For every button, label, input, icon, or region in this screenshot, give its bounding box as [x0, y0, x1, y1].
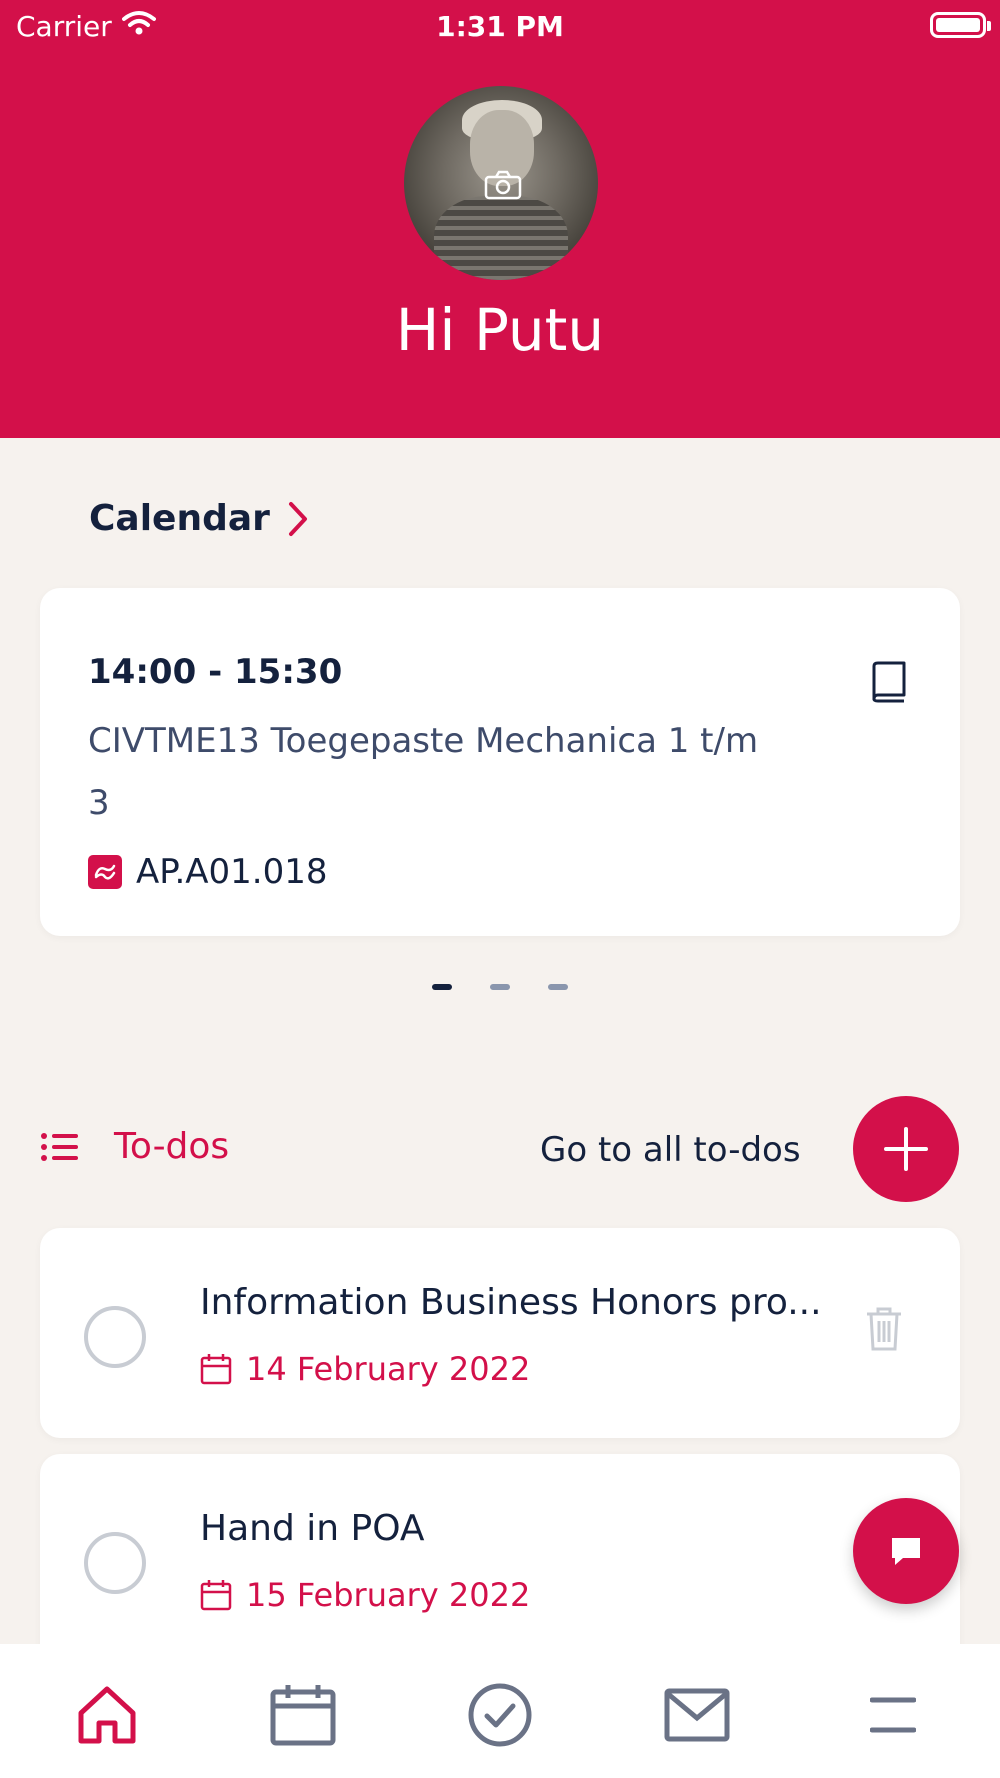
event-time: 14:00 - 15:30: [88, 652, 343, 692]
todo-checkbox[interactable]: [84, 1306, 146, 1368]
bottom-navigation: [0, 1644, 1000, 1778]
todos-header: To-dos: [40, 1126, 229, 1167]
trash-icon[interactable]: [864, 1306, 904, 1356]
todo-item[interactable]: Information Business Honors pro... 14 Fe…: [40, 1228, 960, 1438]
event-location: AP.A01.018: [88, 852, 328, 892]
location-icon: [88, 855, 122, 889]
calendar-icon: [200, 1580, 232, 1611]
go-to-all-todos-link[interactable]: Go to all to-dos: [540, 1130, 801, 1170]
todo-title: Hand in POA: [200, 1508, 425, 1549]
nav-todos[interactable]: [465, 1680, 535, 1750]
page-dot[interactable]: [432, 984, 452, 990]
nav-home[interactable]: [72, 1680, 142, 1750]
calendar-link[interactable]: Calendar: [89, 498, 308, 539]
check-icon: [468, 1683, 532, 1747]
avatar-shirt: [434, 196, 568, 280]
calendar-title: Calendar: [89, 498, 270, 539]
nav-menu[interactable]: [858, 1680, 928, 1750]
todo-date-label: 14 February 2022: [246, 1350, 531, 1388]
book-icon: [870, 660, 908, 708]
event-course: CIVTME13 Toegepaste Mechanica 1 t/m 3: [88, 721, 759, 823]
add-todo-button[interactable]: [853, 1096, 959, 1202]
calendar-event-card[interactable]: 14:00 - 15:30 CIVTME13 Toegepaste Mechan…: [40, 588, 960, 936]
nav-messages[interactable]: [662, 1680, 732, 1750]
camera-icon: [484, 170, 522, 204]
status-time: 1:31 PM: [436, 10, 564, 43]
nav-calendar[interactable]: [268, 1680, 338, 1750]
home-icon: [78, 1686, 136, 1744]
todos-title: To-dos: [114, 1126, 230, 1167]
todo-date: 15 February 2022: [200, 1576, 530, 1614]
menu-icon: [870, 1697, 916, 1733]
todo-title: Information Business Honors pro...: [200, 1282, 822, 1323]
battery-icon: [930, 12, 991, 38]
status-bar: Carrier 1:31 PM: [0, 0, 1000, 50]
page-dot[interactable]: [548, 984, 568, 990]
avatar[interactable]: [404, 86, 598, 280]
list-icon: [41, 1132, 78, 1161]
profile-header: Carrier 1:31 PM Hi Putu: [0, 0, 1000, 438]
chevron-right-icon: [288, 501, 307, 536]
calendar-icon: [200, 1354, 232, 1385]
location-label: AP.A01.018: [136, 852, 328, 892]
todo-date: 14 February 2022: [200, 1350, 530, 1388]
carousel-pagination: [0, 984, 1000, 990]
calendar-icon: [270, 1685, 336, 1746]
todo-date-label: 15 February 2022: [246, 1576, 531, 1614]
chat-button[interactable]: [853, 1498, 959, 1604]
mail-icon: [664, 1688, 730, 1742]
todo-checkbox[interactable]: [84, 1532, 146, 1594]
chat-icon: [892, 1538, 920, 1565]
plus-icon: [884, 1127, 928, 1171]
page-dot[interactable]: [490, 984, 510, 990]
greeting-title: Hi Putu: [395, 296, 605, 364]
